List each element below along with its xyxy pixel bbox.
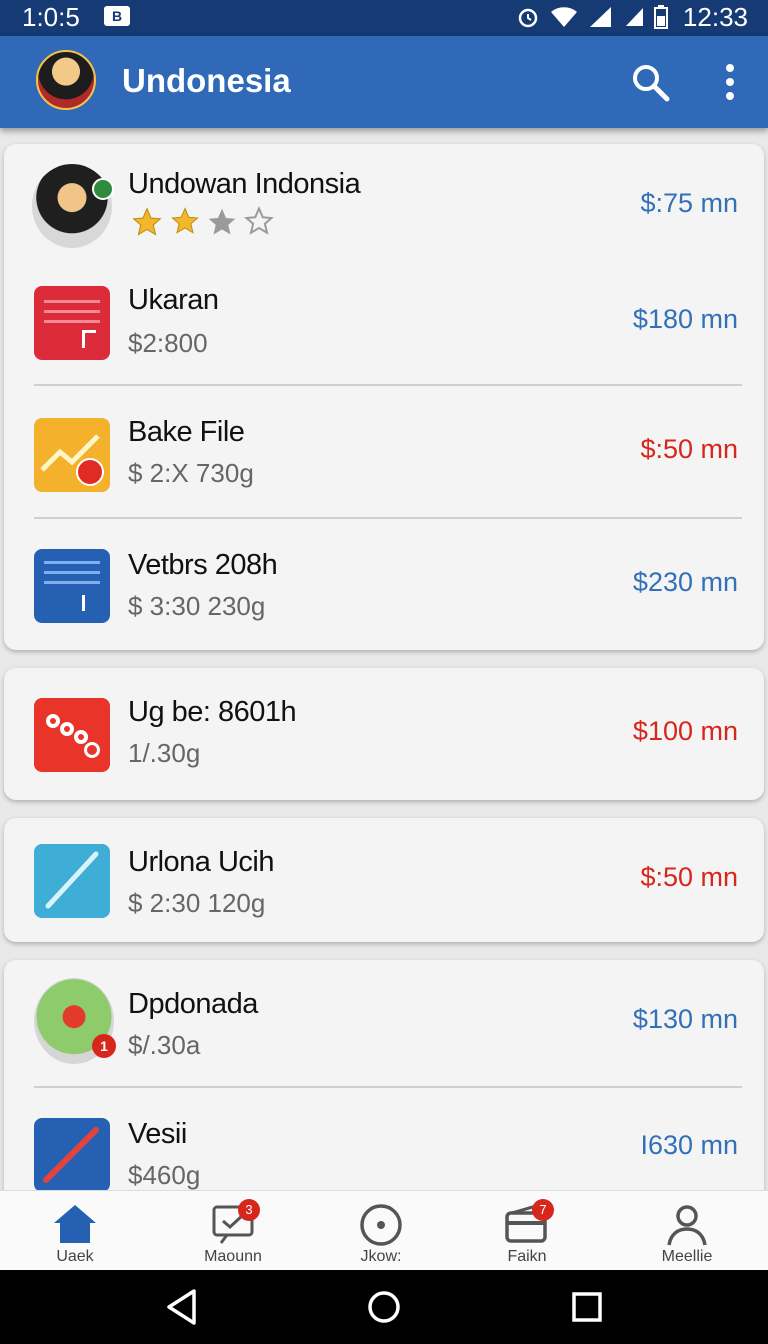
list-item[interactable]: Undowan Indonsia $:75 mn (4, 144, 764, 254)
list-item[interactable]: Bake File $ 2:X 730g $:50 mn (4, 386, 764, 518)
app-bar: Undonesia (0, 36, 768, 128)
nav-label: Meellie (661, 1248, 713, 1265)
item-subtitle: $2:800 (128, 328, 208, 358)
item-name: Vesii (128, 1118, 187, 1150)
item-name: Bake File (128, 416, 245, 448)
nav-label: Faikn (507, 1248, 547, 1265)
item-amount: I630 mn (640, 1130, 738, 1160)
nav-badge: 3 (238, 1199, 260, 1221)
item-amount: $100 mn (632, 716, 738, 746)
verified-badge-icon (92, 178, 114, 200)
list-item[interactable]: Vesii $460g I630 mn (4, 1088, 764, 1198)
star-filled-icon (171, 207, 199, 234)
item-amount: $:75 mn (640, 188, 738, 218)
list-item[interactable]: Ukaran $2:800 $180 mn (4, 254, 764, 384)
recents-icon[interactable] (570, 1288, 604, 1326)
compass-icon (360, 1204, 402, 1246)
home-icon (54, 1205, 96, 1243)
list-item[interactable]: Ug be: 8601h 1/.30g $100 mn (4, 668, 764, 800)
back-icon[interactable] (164, 1288, 200, 1326)
star-outline-icon (244, 206, 274, 235)
list-card: Ug be: 8601h 1/.30g $100 mn (4, 668, 764, 800)
nav-label: Maounn (204, 1248, 262, 1265)
item-subtitle: $460g (128, 1160, 201, 1190)
pen-icon (34, 844, 110, 918)
item-name: Urlona Ucih (128, 846, 275, 878)
star-filled-icon (132, 207, 162, 236)
signal-icon (590, 7, 611, 27)
item-amount: $130 mn (632, 1004, 738, 1034)
list-card: 1 Dpdonada $/.30a $130 mn Vesii $460g I6… (4, 960, 764, 1200)
item-name: Ukaran (128, 284, 219, 316)
wifi-icon (551, 7, 577, 27)
status-time-right: 12:33 (682, 2, 748, 32)
item-badge: 1 (92, 1034, 116, 1058)
item-amount: $:50 mn (640, 434, 738, 464)
item-amount: $230 mn (632, 567, 738, 597)
system-nav-bar (0, 1270, 768, 1344)
bottom-nav: Uaek 3 Maounn Jkow: 7 Faikn Meellie (0, 1190, 768, 1270)
search-icon[interactable] (628, 60, 672, 104)
red-doc-icon (34, 286, 110, 360)
star-empty-icon (208, 208, 236, 235)
nav-item-profile[interactable]: Meellie (612, 1191, 762, 1271)
home-button-icon[interactable] (366, 1288, 402, 1326)
nav-badge: 7 (532, 1199, 554, 1221)
battery-icon (654, 5, 668, 29)
notification-icon: B (104, 6, 130, 26)
item-amount: $180 mn (632, 304, 738, 334)
item-subtitle: 1/.30g (128, 738, 201, 768)
nav-item-home[interactable]: Uaek (0, 1191, 150, 1271)
list-card: Urlona Ucih $ 2:30 120g $:50 mn (4, 818, 764, 942)
item-subtitle: $ 2:X 730g (128, 458, 254, 488)
nav-item-messages[interactable]: 3 Maounn (158, 1191, 308, 1271)
nav-item-wallet[interactable]: 7 Faikn (452, 1191, 602, 1271)
person-icon (667, 1205, 707, 1246)
avatar (32, 164, 112, 248)
item-name: Dpdonada (128, 988, 258, 1020)
blue-pen-icon (34, 1118, 110, 1192)
list-item[interactable]: Vetbrs 208h $ 3:30 230g $230 mn (4, 519, 764, 649)
item-amount: $:50 mn (640, 862, 738, 892)
item-subtitle: $ 3:30 230g (128, 591, 266, 621)
more-vert-icon[interactable] (718, 62, 742, 102)
list-item[interactable]: Urlona Ucih $ 2:30 120g $:50 mn (4, 818, 764, 942)
list-item[interactable]: 1 Dpdonada $/.30a $130 mn (4, 960, 764, 1086)
status-time-left: 1:0:5 (22, 2, 80, 32)
nav-item-explore[interactable]: Jkow: (306, 1191, 456, 1271)
chart-icon (34, 418, 110, 492)
star-rating (130, 206, 274, 238)
status-bar: 1:0:5 B 12:33 (0, 0, 768, 36)
app-logo-avatar[interactable] (36, 50, 96, 110)
item-subtitle: $ 2:30 120g (128, 888, 266, 918)
data-signal-icon (626, 8, 643, 26)
nav-label: Jkow: (360, 1248, 402, 1265)
alarm-icon (518, 8, 538, 28)
item-subtitle: $/.30a (128, 1030, 201, 1060)
app-title: Undonesia (122, 62, 291, 99)
list-card: Undowan Indonsia $:75 mn Ukaran $2:800 $… (4, 144, 764, 650)
nav-label: Uaek (56, 1248, 94, 1265)
item-name: Ug be: 8601h (128, 696, 297, 728)
item-name: Vetbrs 208h (128, 549, 278, 581)
gears-icon (34, 698, 110, 772)
blue-doc-icon (34, 549, 110, 623)
item-name: Undowan Indonsia (128, 168, 361, 200)
